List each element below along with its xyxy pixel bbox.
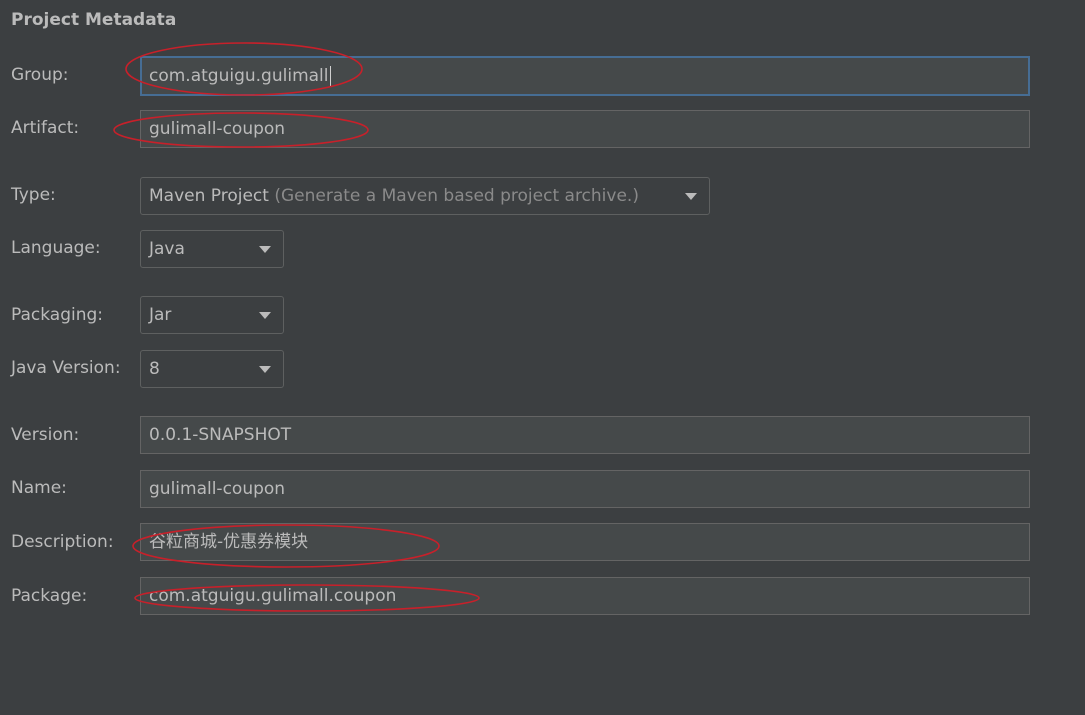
type-dropdown[interactable]: Maven Project (Generate a Maven based pr… <box>140 177 710 215</box>
group-label: Group: <box>11 65 69 85</box>
package-label: Package: <box>11 586 88 606</box>
java-version-value: 8 <box>149 359 160 379</box>
language-dropdown[interactable]: Java <box>140 230 284 268</box>
description-field[interactable]: 谷粒商城-优惠券模块 <box>140 523 1030 561</box>
chevron-down-icon <box>259 312 271 319</box>
artifact-label: Artifact: <box>11 118 80 138</box>
chevron-down-icon <box>685 193 697 200</box>
java-version-label: Java Version: <box>11 358 121 378</box>
artifact-field[interactable]: gulimall-coupon <box>140 110 1030 148</box>
chevron-down-icon <box>259 366 271 373</box>
package-field[interactable]: com.atguigu.gulimall.coupon <box>140 577 1030 615</box>
description-label: Description: <box>11 532 114 552</box>
name-field[interactable]: gulimall-coupon <box>140 470 1030 508</box>
packaging-label: Packaging: <box>11 305 104 325</box>
java-version-dropdown[interactable]: 8 <box>140 350 284 388</box>
version-label: Version: <box>11 425 80 445</box>
language-label: Language: <box>11 238 101 258</box>
name-label: Name: <box>11 478 67 498</box>
group-field[interactable]: com.atguigu.gulimall <box>140 56 1030 96</box>
packaging-dropdown[interactable]: Jar <box>140 296 284 334</box>
version-field[interactable]: 0.0.1-SNAPSHOT <box>140 416 1030 454</box>
type-label: Type: <box>11 185 56 205</box>
chevron-down-icon <box>259 246 271 253</box>
section-title: Project Metadata <box>11 10 177 30</box>
text-caret <box>329 66 331 86</box>
group-value: com.atguigu.gulimall <box>149 66 329 86</box>
language-value: Java <box>149 239 185 259</box>
type-value: Maven Project <box>149 186 269 206</box>
type-hint: (Generate a Maven based project archive.… <box>274 186 639 206</box>
packaging-value: Jar <box>149 305 172 325</box>
